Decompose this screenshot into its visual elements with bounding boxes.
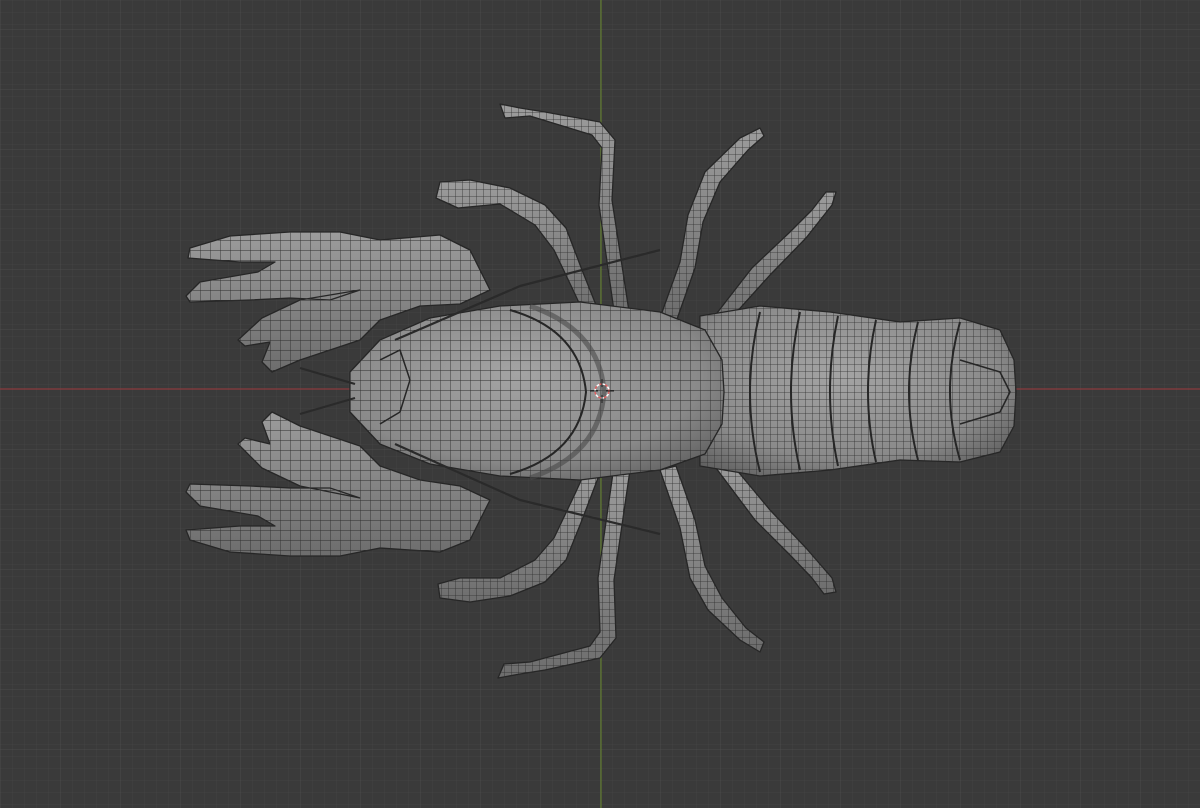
viewport-canvas[interactable] <box>0 0 1200 808</box>
abdomen[interactable] <box>699 305 1017 477</box>
carapace[interactable] <box>349 301 725 481</box>
3d-viewport[interactable] <box>0 0 1200 808</box>
